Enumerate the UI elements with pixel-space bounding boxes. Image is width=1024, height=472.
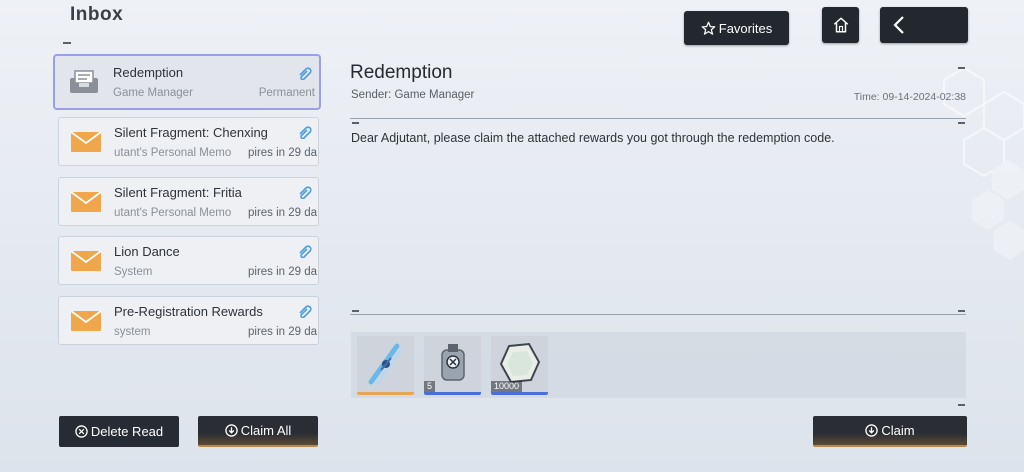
mail-expiry: pires in 29 da [248, 266, 318, 278]
favorites-button[interactable]: Favorites [684, 11, 789, 45]
envelope-icon [71, 311, 101, 331]
mail-expiry: pires in 29 da [248, 147, 318, 159]
mail-sender: utant's Personal Memo [114, 147, 232, 159]
corner-dash [958, 67, 965, 69]
claim-button[interactable]: Claim [813, 416, 967, 447]
delete-read-label: Delete Read [90, 424, 164, 439]
reward-item-1[interactable] [357, 336, 414, 395]
mail-detail-time: Time: 09-14-2024-02:38 [854, 91, 966, 103]
sender-label: Sender: [351, 89, 392, 101]
corner-dash [352, 122, 359, 124]
corner-dash [352, 310, 359, 312]
detail-top-divider [350, 118, 966, 119]
title-divider [63, 42, 71, 44]
mail-title: Silent Fragment: Fritia [114, 185, 242, 200]
mail-title: Redemption [113, 65, 184, 80]
home-button[interactable] [822, 7, 859, 43]
tuning-fork-item-icon [357, 336, 414, 392]
mail-item-lion-dance[interactable]: Lion Dance System pires in 29 da [59, 237, 318, 284]
reward-quantity: 5 [424, 381, 436, 392]
favorites-label: Favorites [718, 20, 773, 36]
envelope-icon [71, 132, 101, 152]
mail-sender: System [114, 266, 153, 278]
attachment-icon [299, 245, 312, 258]
attachment-icon [299, 305, 312, 318]
attachment-icon [299, 67, 312, 80]
sender-value: Game Manager [394, 89, 475, 101]
home-icon [833, 17, 848, 33]
mail-title: Lion Dance [114, 244, 180, 259]
reward-item-3[interactable]: 10000 [491, 336, 548, 395]
mail-expiry: pires in 29 da [248, 207, 318, 219]
corner-dash [958, 310, 965, 312]
mail-expiry: pires in 29 da [248, 326, 318, 338]
attachment-icon [299, 186, 312, 199]
close-circle-icon [75, 425, 88, 438]
star-icon [701, 21, 716, 35]
mail-detail-title: Redemption [350, 62, 453, 83]
claim-all-label: Claim All [240, 423, 292, 438]
mail-item-silent-fragment-chenxing[interactable]: Silent Fragment: Chenxing utant's Person… [59, 118, 318, 165]
mail-title: Silent Fragment: Chenxing [114, 125, 268, 140]
claim-label: Claim [881, 423, 915, 438]
chevron-left-icon [893, 16, 904, 34]
mail-expiry: Permanent [258, 87, 315, 99]
mail-item-pre-registration-rewards[interactable]: Pre-Registration Rewards system pires in… [59, 297, 318, 344]
page-title: Inbox [70, 4, 124, 25]
detail-bottom-divider [350, 314, 966, 315]
mail-item-silent-fragment-fritia[interactable]: Silent Fragment: Fritia utant's Personal… [59, 178, 318, 225]
mail-body-text: Dear Adjutant, please claim the attached… [351, 131, 835, 145]
time-label: Time: [853, 91, 880, 103]
reward-quantity: 10000 [491, 381, 523, 392]
mail-sender: utant's Personal Memo [114, 207, 232, 219]
mail-detail-sender: Sender: Game Manager [351, 89, 474, 101]
inbox-tray-icon [70, 70, 98, 93]
back-button[interactable] [880, 7, 968, 43]
corner-dash [958, 404, 965, 406]
envelope-icon [71, 251, 101, 271]
attachment-icon [299, 126, 312, 139]
download-circle-icon [224, 424, 238, 437]
claim-all-button[interactable]: Claim All [198, 416, 318, 447]
envelope-icon [71, 192, 101, 212]
mail-sender: system [114, 326, 151, 338]
time-value: 09-14-2024-02:38 [882, 91, 966, 103]
mail-sender: Game Manager [113, 87, 193, 99]
download-circle-icon [865, 424, 879, 437]
mail-item-redemption[interactable]: Redemption Game Manager Permanent [55, 56, 319, 108]
corner-dash [958, 122, 965, 124]
reward-item-2[interactable]: 5 [424, 336, 481, 395]
delete-read-button[interactable]: Delete Read [59, 416, 179, 447]
mail-title: Pre-Registration Rewards [114, 304, 263, 319]
